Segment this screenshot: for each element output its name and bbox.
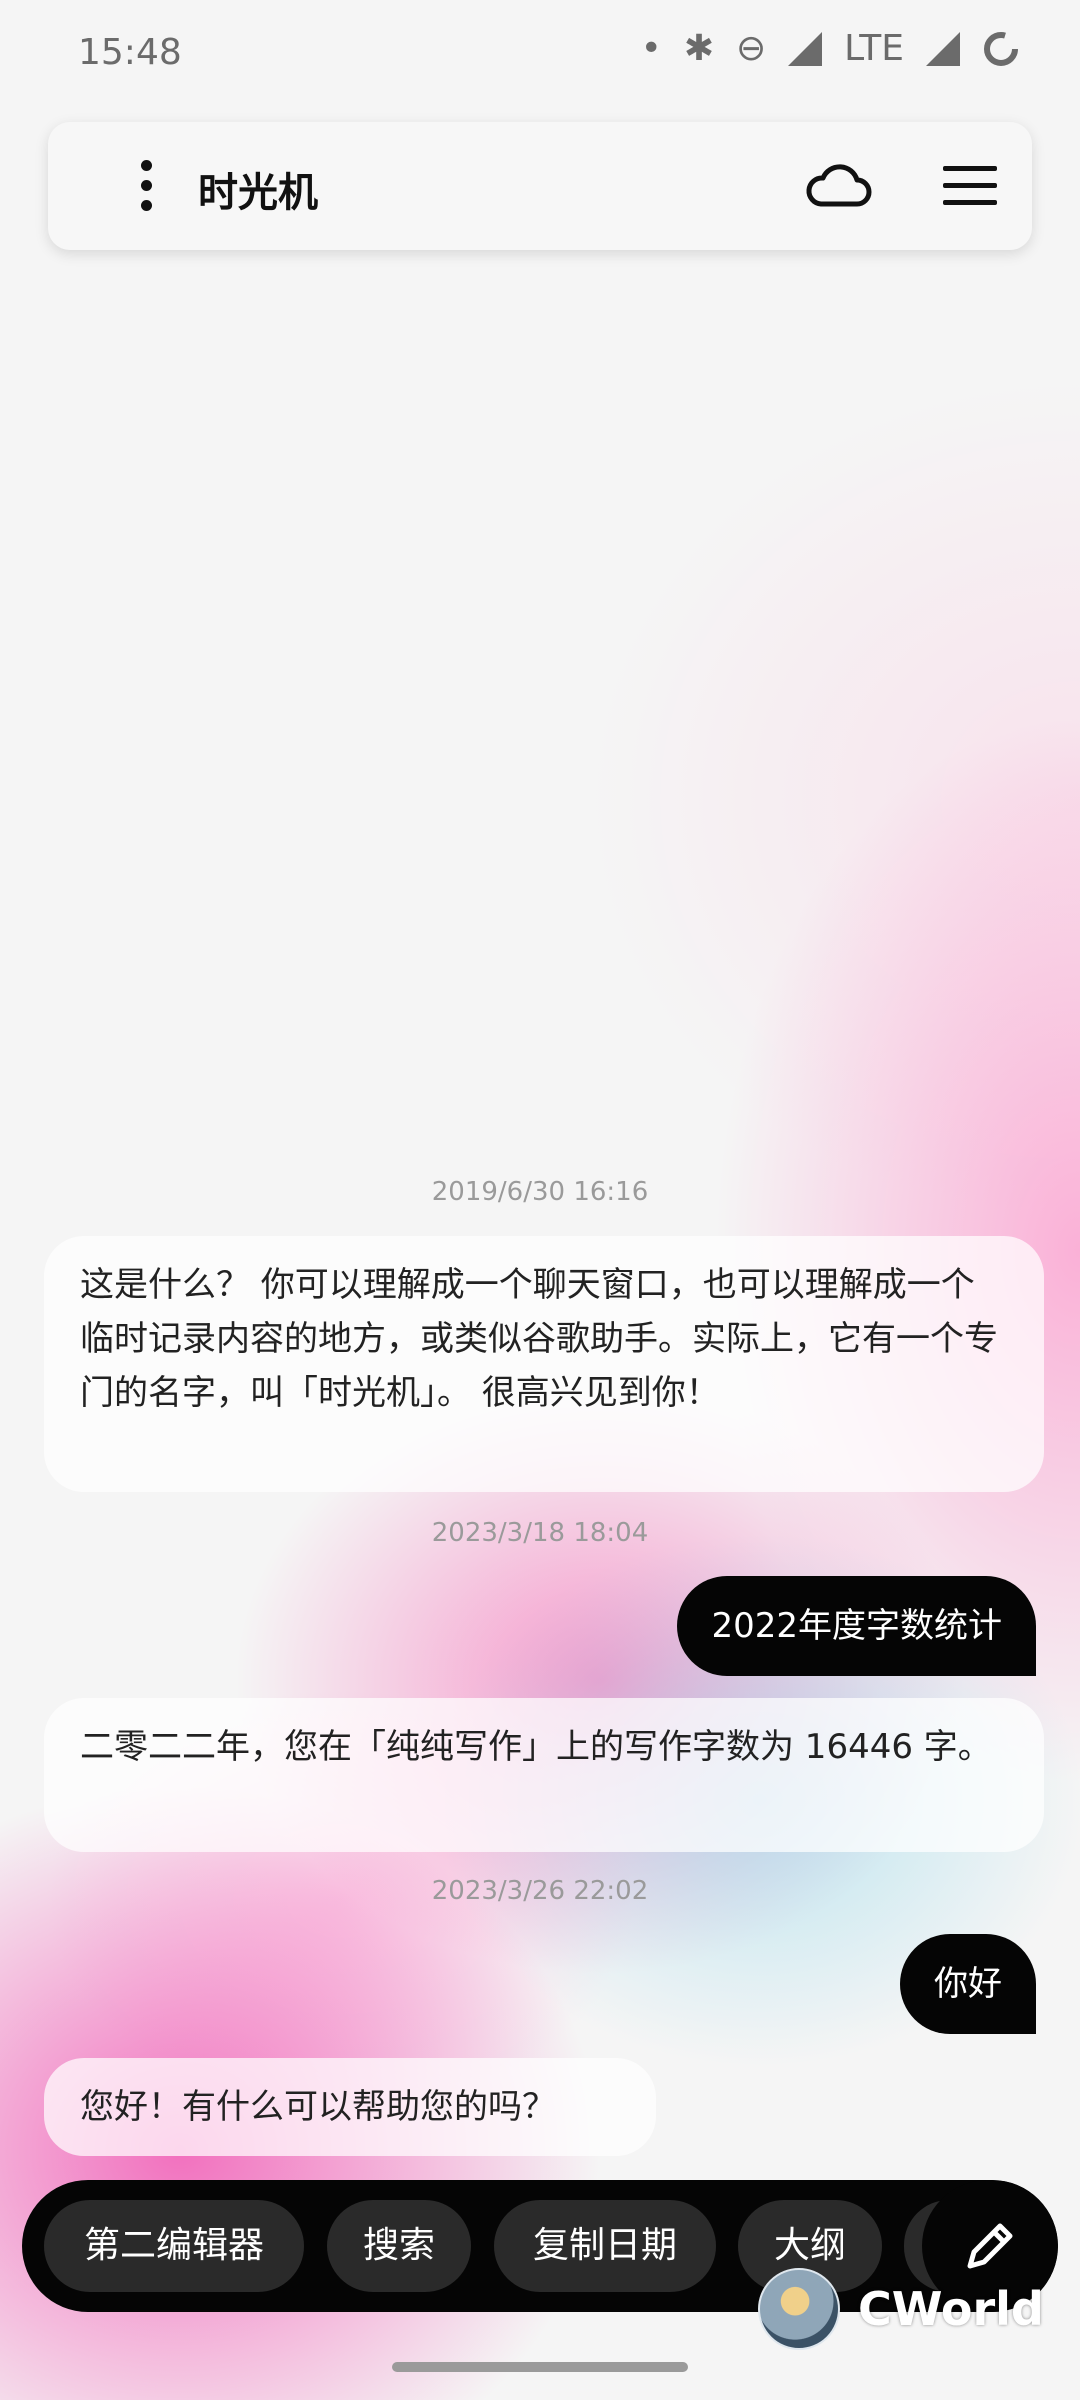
avatar: [758, 2268, 840, 2350]
pencil-icon: [967, 2223, 1013, 2269]
second-editor-button[interactable]: 第二编辑器: [44, 2200, 304, 2292]
message-timestamp: 2019/6/30 16:16: [431, 1177, 649, 1207]
bot-message-bubble[interactable]: 这是什么？ 你可以理解成一个聊天窗口，也可以理解成一个临时记录内容的地方，或类似…: [44, 1236, 1044, 1492]
search-button[interactable]: 搜索: [327, 2200, 471, 2292]
chat-area: 2019/6/30 16:16 这是什么？ 你可以理解成一个聊天窗口，也可以理解…: [0, 0, 1080, 2400]
message-timestamp: 2023/3/18 18:04: [431, 1518, 649, 1548]
watermark: CWorld: [758, 2268, 1044, 2350]
home-indicator[interactable]: [392, 2362, 688, 2372]
signal-icon-2: [926, 31, 960, 66]
copy-date-button[interactable]: 复制日期: [494, 2200, 716, 2292]
bot-message-bubble[interactable]: 二零二二年，您在「纯纯写作」上的写作字数为 16446 字。: [44, 1698, 1044, 1852]
status-time: 15:48: [78, 32, 182, 73]
message-timestamp: 2023/3/26 22:02: [431, 1876, 649, 1906]
network-type-label: LTE: [844, 28, 904, 69]
page-title: 时光机: [198, 170, 318, 216]
app-bar: 时光机: [48, 122, 1032, 250]
hamburger-menu-icon[interactable]: [943, 166, 997, 208]
status-bar: 15:48 • ✱ ⊖ LTE: [0, 0, 1080, 100]
user-message-bubble[interactable]: 2022年度字数统计: [677, 1576, 1036, 1676]
do-not-disturb-icon: ⊖: [735, 28, 767, 69]
cloud-sync-icon[interactable]: [803, 158, 873, 214]
bluetooth-icon: ✱: [683, 28, 714, 69]
bot-message-bubble[interactable]: 您好！有什么可以帮助您的吗？: [44, 2058, 656, 2156]
signal-icon: [788, 31, 823, 66]
battery-ring-icon: [984, 31, 1018, 66]
status-icons: • ✱ ⊖ LTE: [641, 28, 1020, 69]
user-message-bubble[interactable]: 你好: [900, 1934, 1036, 2034]
watermark-text: CWorld: [858, 2282, 1044, 2336]
more-options-icon[interactable]: [138, 160, 154, 212]
notification-dot-icon: •: [640, 28, 662, 69]
